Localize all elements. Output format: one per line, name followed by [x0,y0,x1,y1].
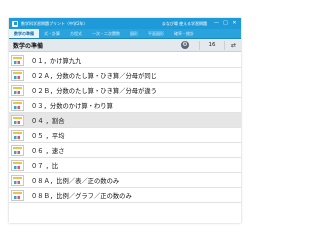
list-item[interactable]: ０７ ，比 [9,158,241,173]
close-icon[interactable]: ✕ [231,20,238,27]
tab-3[interactable]: 一次・二次関数 [87,29,125,38]
list-item[interactable]: ０１，かけ算九九 [9,53,241,68]
list-item[interactable]: ０２Ａ，分数のたし算・ひき算／分母が同じ [9,68,241,83]
worksheet-thumbnail-icon [11,84,24,96]
title-bar: 数学科学習問題プリント〈中学2年〉 まなび場 使える学習問題 — □ ✕ [9,18,241,29]
list-item[interactable]: ０４ ，割合 [9,113,241,128]
list-item-label: ０５ ，平均 [31,132,65,140]
list-item[interactable]: ０５ ，平均 [9,128,241,143]
list-item-label: ０８Ｂ，比例／グラフ／正の数のみ [31,192,132,200]
list-item-label: ０６ ，速さ [31,147,65,155]
tab-5[interactable]: 平面図形 [143,29,169,38]
tab-2[interactable]: 方程式 [65,29,87,38]
worksheet-thumbnail-icon [11,189,24,201]
list-item-label: ０４ ，割合 [31,117,65,125]
divider [224,40,225,50]
tab-4[interactable]: 図形 [125,29,143,38]
app-icon [12,20,18,27]
tab-6[interactable]: 確率・統計 [169,29,199,38]
tab-bar: 数学の準備 式・計算 方程式 一次・二次関数 図形 平面図形 確率・統計 [9,29,241,39]
worksheet-thumbnail-icon [11,174,24,186]
window-title: 数学科学習問題プリント〈中学2年〉 [21,20,88,26]
page-title: 数学の準備 [13,42,44,50]
tab-0[interactable]: 数学の準備 [9,29,39,38]
list-item-label: ０３，分数のかけ算・わり算 [31,102,113,110]
list-item-label: ０７ ，比 [31,162,59,170]
list-item[interactable]: ０６ ，速さ [9,143,241,158]
item-count: 16 [208,42,216,48]
divider [199,40,200,50]
worksheet-list[interactable]: ０１，かけ算九九 ０２Ａ，分数のたし算・ひき算／分母が同じ ０２Ｂ，分数のたし算・ひ… [9,53,241,223]
list-item[interactable]: ０８Ａ，比例／表／正の数のみ [9,173,241,188]
worksheet-thumbnail-icon [11,129,24,141]
list-item[interactable]: ０３，分数のかけ算・わり算 [9,98,241,113]
worksheet-thumbnail-icon [11,159,24,171]
list-item-label: ０２Ｂ，分数のたし算・ひき算／分母が違う [31,87,157,95]
worksheet-thumbnail-icon [11,54,24,66]
worksheet-thumbnail-icon [11,69,24,81]
worksheet-thumbnail-icon [11,144,24,156]
list-item[interactable]: ０８Ｂ，比例／グラフ／正の数のみ [9,188,241,203]
swap-icon[interactable]: ⇄ [229,42,238,49]
maximize-icon[interactable]: □ [222,20,229,27]
worksheet-thumbnail-icon [11,114,24,126]
gear-icon[interactable]: ⚙ [181,41,189,49]
worksheet-thumbnail-icon [11,99,24,111]
minimize-icon[interactable]: — [213,20,220,27]
title-right-text: まなび場 使える学習問題 [161,20,207,26]
list-item-label: ０８Ａ，比例／表／正の数のみ [31,177,120,185]
list-header: 数学の準備 ⚙ 16 ⇄ [9,39,241,52]
list-item-label: ０２Ａ，分数のたし算・ひき算／分母が同じ [31,72,157,80]
list-item[interactable]: ０２Ｂ，分数のたし算・ひき算／分母が違う [9,83,241,98]
app-window: 数学科学習問題プリント〈中学2年〉 まなび場 使える学習問題 — □ ✕ 数学の… [9,18,241,223]
tab-1[interactable]: 式・計算 [39,29,65,38]
list-item-label: ０１，かけ算九九 [31,57,82,65]
